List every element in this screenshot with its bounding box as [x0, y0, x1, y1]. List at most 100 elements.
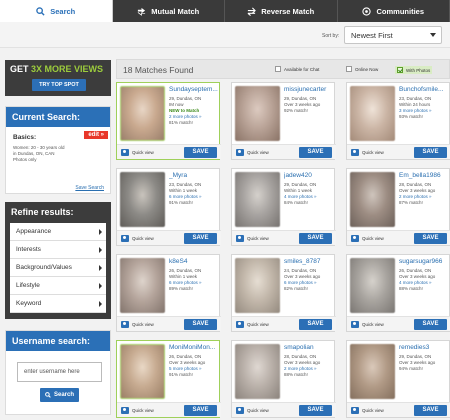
tab-search[interactable]: Search	[0, 0, 113, 22]
quick-view-icon[interactable]	[236, 149, 244, 156]
filter-with-photos[interactable]: With Photos	[395, 66, 433, 74]
quick-view-link[interactable]: Quick view	[132, 236, 154, 241]
more-photos-link[interactable]: 5 more photos »	[169, 366, 202, 371]
quick-view-icon[interactable]	[121, 407, 129, 414]
profile-username[interactable]: k8eS4	[169, 258, 219, 265]
quick-view-icon[interactable]	[351, 407, 359, 414]
save-button[interactable]: SAVE	[184, 233, 217, 244]
profile-card[interactable]: smapolian 28, Dundas, ON Over 3 weeks ago 2…	[231, 340, 336, 418]
save-button[interactable]: SAVE	[414, 405, 447, 416]
profile-card[interactable]: smiles_8787 24, Dundas, ON Over 3 weeks ag…	[231, 254, 336, 332]
refine-item-interests[interactable]: Interests	[10, 241, 106, 259]
quick-view-icon[interactable]	[236, 235, 244, 242]
profile-card[interactable]: MoniMoniMon... 26, Dundas, ON Over 3 weeks…	[116, 340, 221, 418]
profile-username[interactable]: sugarsugar966	[399, 258, 449, 265]
checkbox[interactable]	[346, 66, 352, 72]
save-button[interactable]: SAVE	[414, 233, 447, 244]
profile-username[interactable]: Bunchofsmile...	[399, 86, 449, 93]
profile-card[interactable]: sugarsugar966 26, Dundas, ON Over 3 weeks …	[346, 254, 450, 332]
refine-item-lifestyle[interactable]: Lifestyle	[10, 277, 106, 295]
save-button[interactable]: SAVE	[299, 319, 332, 330]
tab-communities[interactable]: Communities	[338, 0, 450, 22]
profile-card[interactable]: Bunchofsmile... 23, Dundas, ON Within 24 h…	[346, 82, 450, 160]
quick-view-link[interactable]: Quick view	[247, 322, 269, 327]
refine-item-background-values[interactable]: Background/Values	[10, 259, 106, 277]
profile-photo[interactable]	[235, 172, 280, 227]
quick-view-icon[interactable]	[351, 321, 359, 328]
quick-view-link[interactable]: Quick view	[247, 408, 269, 413]
profile-username[interactable]: smiles_8787	[284, 258, 334, 265]
profile-card[interactable]: jadew420 29, Dundas, ON Within 1 week 4 mor…	[231, 168, 336, 246]
quick-view-link[interactable]: Quick view	[247, 236, 269, 241]
save-search-link[interactable]: Save Search	[75, 185, 104, 191]
quick-view-icon[interactable]	[351, 235, 359, 242]
profile-photo[interactable]	[350, 86, 395, 141]
more-photos-link[interactable]: 6 more photos »	[169, 280, 202, 285]
more-photos-link[interactable]: 3 more photos »	[399, 108, 432, 113]
more-photos-link[interactable]: 2 more photos »	[169, 114, 202, 119]
profile-username[interactable]: remedies3	[399, 344, 449, 351]
sort-select[interactable]: Newest First	[344, 26, 442, 44]
more-photos-link[interactable]: 4 more photos »	[284, 194, 317, 199]
more-photos-link[interactable]: 4 more photos »	[399, 280, 432, 285]
quick-view-link[interactable]: Quick view	[362, 150, 384, 155]
filter-online-now[interactable]: Online Now	[346, 66, 378, 72]
more-photos-link[interactable]: 2 more photos »	[399, 194, 432, 199]
profile-card[interactable]: k8eS4 26, Dundas, ON Within 1 week 6 more p…	[116, 254, 221, 332]
refine-item-appearance[interactable]: Appearance	[10, 223, 106, 241]
profile-card[interactable]: _Myra 23, Dundas, ON Within 1 week 6 more p…	[116, 168, 221, 246]
quick-view-link[interactable]: Quick view	[132, 408, 154, 413]
username-search-button[interactable]: Search	[40, 388, 79, 402]
quick-view-link[interactable]: Quick view	[132, 150, 154, 155]
quick-view-link[interactable]: Quick view	[362, 408, 384, 413]
quick-view-icon[interactable]	[121, 235, 129, 242]
quick-view-icon[interactable]	[351, 149, 359, 156]
tab-mutual-match[interactable]: Mutual Match	[113, 0, 225, 22]
profile-photo[interactable]	[235, 258, 280, 313]
quick-view-link[interactable]: Quick view	[362, 322, 384, 327]
profile-card[interactable]: remedies3 29, Dundas, ON Over 3 weeks ago 9…	[346, 340, 450, 418]
quick-view-link[interactable]: Quick view	[362, 236, 384, 241]
profile-photo[interactable]	[235, 344, 280, 399]
quick-view-icon[interactable]	[236, 407, 244, 414]
checkbox-checked[interactable]	[397, 67, 403, 73]
quick-view-icon[interactable]	[121, 321, 129, 328]
profile-photo[interactable]	[120, 86, 165, 141]
save-button[interactable]: SAVE	[184, 147, 217, 158]
profile-photo[interactable]	[120, 344, 165, 399]
checkbox[interactable]	[275, 66, 281, 72]
profile-card[interactable]: missjunecarter 29, Dundas, ON Over 3 weeks…	[231, 82, 336, 160]
profile-photo[interactable]	[350, 258, 395, 313]
quick-view-link[interactable]: Quick view	[247, 150, 269, 155]
quick-view-icon[interactable]	[121, 149, 129, 156]
username-input[interactable]: enter username here	[17, 362, 102, 382]
profile-photo[interactable]	[235, 86, 280, 141]
profile-photo[interactable]	[350, 172, 395, 227]
save-button[interactable]: SAVE	[184, 405, 217, 416]
tab-reverse-match[interactable]: Reverse Match	[225, 0, 338, 22]
save-button[interactable]: SAVE	[414, 147, 447, 158]
save-button[interactable]: SAVE	[414, 319, 447, 330]
profile-photo[interactable]	[350, 344, 395, 399]
profile-username[interactable]: MoniMoniMon...	[169, 344, 219, 351]
refine-item-keyword[interactable]: Keyword	[10, 295, 106, 313]
profile-photo[interactable]	[120, 172, 165, 227]
edit-search-button[interactable]: edit »	[84, 131, 108, 139]
profile-photo[interactable]	[120, 258, 165, 313]
more-photos-link[interactable]: 6 more photos »	[284, 280, 317, 285]
profile-username[interactable]: Em_bella1986	[399, 172, 449, 179]
more-photos-link[interactable]: 6 more photos »	[169, 194, 202, 199]
save-button[interactable]: SAVE	[184, 319, 217, 330]
try-top-spot-button[interactable]: TRY TOP SPOT	[32, 79, 86, 91]
quick-view-icon[interactable]	[236, 321, 244, 328]
quick-view-link[interactable]: Quick view	[132, 322, 154, 327]
profile-username[interactable]: Sundayseptem...	[169, 86, 219, 93]
profile-username[interactable]: jadew420	[284, 172, 334, 179]
profile-card[interactable]: Em_bella1986 28, Dundas, ON Over 3 weeks a…	[346, 168, 450, 246]
profile-card[interactable]: Sundayseptem... 29, Dundas, ON IM now NEW t…	[116, 82, 221, 160]
filter-available-for-chat[interactable]: Available for Chat	[275, 66, 319, 72]
profile-username[interactable]: _Myra	[169, 172, 219, 179]
save-button[interactable]: SAVE	[299, 233, 332, 244]
profile-username[interactable]: missjunecarter	[284, 86, 334, 93]
profile-username[interactable]: smapolian	[284, 344, 334, 351]
